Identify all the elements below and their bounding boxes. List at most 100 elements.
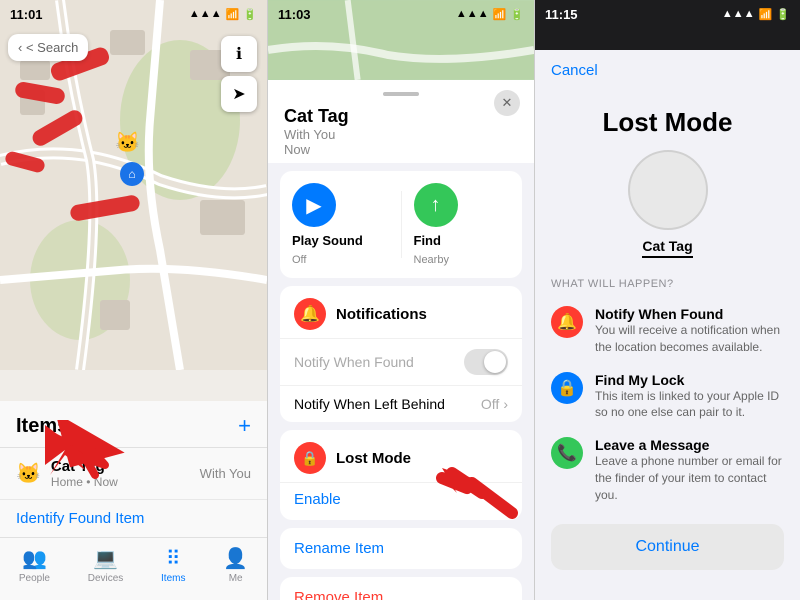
wifi-icon: 📶 xyxy=(226,8,240,21)
play-sound-icon-circle: ▶ xyxy=(292,183,336,227)
devices-label: Devices xyxy=(88,573,124,584)
notify-when-found-label: Notify When Found xyxy=(294,354,414,370)
play-sound-label: Play Sound xyxy=(292,233,363,248)
device-name: Cat Tag xyxy=(555,238,780,258)
lock-icon: 🔒 xyxy=(301,450,318,467)
continue-button[interactable]: Continue xyxy=(551,524,784,570)
message-icon-circle: 📞 xyxy=(551,437,583,469)
feature-lock: 🔒 Find My Lock This item is linked to yo… xyxy=(551,364,784,430)
lock-feature-icon: 🔒 xyxy=(557,378,577,398)
action-buttons: ▶ Play Sound Off ↑ Find Nearby xyxy=(280,171,522,278)
battery-icon-2: 🔋 xyxy=(510,8,524,21)
nav-me[interactable]: 👤 Me xyxy=(223,546,248,584)
signal-icon-2: ▲▲▲ xyxy=(456,8,489,20)
lost-mode-title-section: Lost Mode Cat Tag xyxy=(535,91,800,270)
status-bar: 11:01 ▲▲▲ 📶 🔋 xyxy=(0,0,267,28)
lock-title: Find My Lock xyxy=(595,372,784,388)
notify-title: Notify When Found xyxy=(595,306,784,322)
action-divider xyxy=(401,191,402,258)
nav-devices[interactable]: 💻 Devices xyxy=(88,546,124,584)
items-label: Items xyxy=(161,573,185,584)
add-button[interactable]: + xyxy=(238,413,251,439)
status-time: 11:01 xyxy=(10,7,43,22)
phone-icon: 📞 xyxy=(557,443,577,463)
what-will-happen-section: WHAT WILL HAPPEN? 🔔 Notify When Found Yo… xyxy=(535,270,800,516)
people-label: People xyxy=(19,573,50,584)
feature-message: 📞 Leave a Message Leave a phone number o… xyxy=(551,429,784,511)
wifi-icon-2: 📶 xyxy=(493,8,507,21)
notify-when-found-row: Notify When Found xyxy=(280,338,522,385)
me-label: Me xyxy=(229,573,243,584)
wifi-icon-3: 📶 xyxy=(759,8,773,21)
location-button[interactable]: ➤ xyxy=(221,76,257,112)
lock-text: Find My Lock This item is linked to your… xyxy=(595,372,784,422)
notify-left-behind-label: Notify When Left Behind xyxy=(294,396,445,412)
sheet-title: Cat Tag xyxy=(284,106,518,127)
back-arrow-icon: ‹ xyxy=(18,40,22,55)
panel-3-top: 11:15 ▲▲▲ 📶 🔋 xyxy=(535,0,800,50)
panel-lost-mode: 11:15 ▲▲▲ 📶 🔋 Cancel Lost Mode Cat Tag W… xyxy=(534,0,800,600)
devices-icon: 💻 xyxy=(93,546,118,571)
notifications-title: Notifications xyxy=(336,306,427,323)
play-sound-button[interactable]: ▶ Play Sound Off xyxy=(292,183,389,266)
message-desc: Leave a phone number or email for the fi… xyxy=(595,453,784,503)
panel-3-header: Cancel xyxy=(535,50,800,91)
identify-found-link[interactable]: Identify Found Item xyxy=(0,500,267,537)
search-back[interactable]: ‹ < Search xyxy=(8,34,88,61)
message-text: Leave a Message Leave a phone number or … xyxy=(595,437,784,503)
nav-items[interactable]: ⠿ Items xyxy=(161,546,185,584)
signal-icon-3: ▲▲▲ xyxy=(722,8,755,20)
home-marker[interactable]: ⌂ xyxy=(120,162,144,186)
me-icon: 👤 xyxy=(223,546,248,571)
feature-notify: 🔔 Notify When Found You will receive a n… xyxy=(551,298,784,364)
lost-mode-enable[interactable]: Enable xyxy=(280,482,522,520)
notifications-header: 🔔 Notifications xyxy=(280,286,522,338)
left-behind-value[interactable]: Off › xyxy=(481,396,508,412)
find-icon: ↑ xyxy=(431,194,441,217)
panel-cat-tag-sheet: 11:03 ▲▲▲ 📶 🔋 Cat Tag With You Now ✕ ▶ xyxy=(267,0,534,600)
home-icon: ⌂ xyxy=(128,167,135,181)
find-nearby-icon-circle: ↑ xyxy=(414,183,458,227)
map-controls: ℹ ➤ xyxy=(221,36,257,112)
notify-when-found-toggle[interactable] xyxy=(464,349,508,375)
status-icons-2: ▲▲▲ 📶 🔋 xyxy=(456,8,524,21)
notify-bell-icon: 🔔 xyxy=(557,312,577,332)
notify-text: Notify When Found You will receive a not… xyxy=(595,306,784,356)
info-icon: ℹ xyxy=(236,44,242,64)
find-label: Find xyxy=(414,233,441,248)
search-label: < Search xyxy=(26,40,78,55)
cancel-button[interactable]: Cancel xyxy=(551,62,598,79)
nav-people[interactable]: 👥 People xyxy=(19,546,50,584)
signal-icon: ▲▲▲ xyxy=(189,8,222,20)
close-icon: ✕ xyxy=(502,95,513,111)
status-time-2: 11:03 xyxy=(278,7,311,22)
lost-mode-big-title: Lost Mode xyxy=(555,107,780,138)
message-title: Leave a Message xyxy=(595,437,784,453)
lock-icon-circle: 🔒 xyxy=(551,372,583,404)
lost-mode-icon-circle: 🔒 xyxy=(294,442,326,474)
mini-map: 11:03 ▲▲▲ 📶 🔋 xyxy=(268,0,534,80)
close-button[interactable]: ✕ xyxy=(494,90,520,116)
sheet-now: Now xyxy=(284,142,518,157)
find-nearby-button[interactable]: ↑ Find Nearby xyxy=(414,183,511,266)
remove-item-button[interactable]: Remove Item xyxy=(280,577,522,600)
action-buttons-section: ▶ Play Sound Off ↑ Find Nearby xyxy=(280,171,522,278)
notify-left-behind-row: Notify When Left Behind Off › xyxy=(280,385,522,422)
status-icons-3: ▲▲▲ 📶 🔋 xyxy=(722,8,790,21)
lost-mode-section: 🔒 Lost Mode Enable xyxy=(280,430,522,520)
sheet-with-you: With You xyxy=(284,127,518,142)
notify-desc: You will receive a notification when the… xyxy=(595,322,784,356)
enable-label: Enable xyxy=(294,491,341,508)
lock-desc: This item is linked to your Apple ID so … xyxy=(595,388,784,422)
rename-item-button[interactable]: Rename Item xyxy=(280,528,522,569)
cat-marker[interactable]: 🐱 xyxy=(115,130,140,155)
left-behind-text: Off xyxy=(481,396,499,412)
red-arrow-indicator xyxy=(30,420,130,480)
red-arrow-lost xyxy=(432,463,532,523)
sheet-top xyxy=(268,80,534,96)
what-will-happen-label: WHAT WILL HAPPEN? xyxy=(551,278,784,290)
items-panel: Items + 🐱 Cat Tag Home • Now With You Id… xyxy=(0,401,267,600)
cat-tag-row-container: 🐱 Cat Tag Home • Now With You xyxy=(0,448,267,500)
info-button[interactable]: ℹ xyxy=(221,36,257,72)
find-nearby-label: Nearby xyxy=(414,254,449,266)
